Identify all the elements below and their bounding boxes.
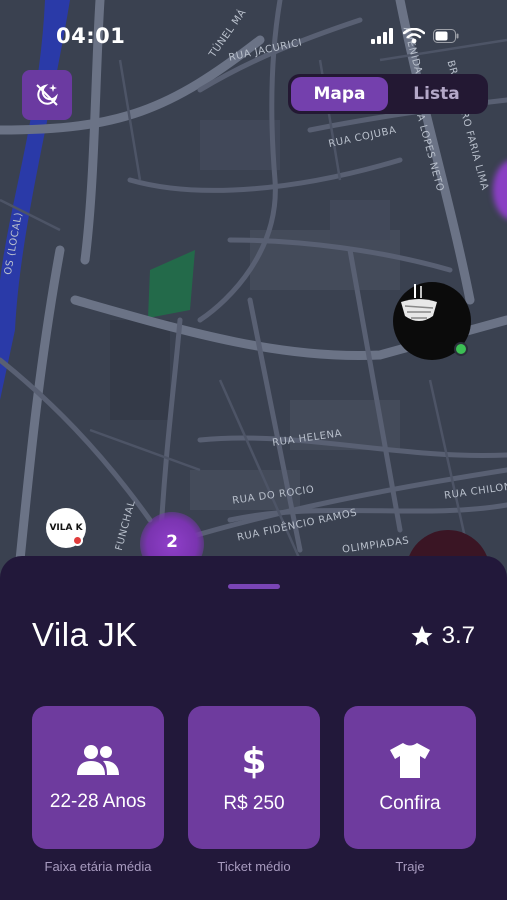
wifi-icon xyxy=(403,28,425,44)
stat-card-dress[interactable]: Confira xyxy=(344,706,476,849)
dress-value: Confira xyxy=(379,792,441,814)
dress-caption: Traje xyxy=(395,859,425,874)
battery-icon xyxy=(433,29,459,43)
status-time: 04:01 xyxy=(56,24,126,48)
stat-card-age[interactable]: 22-28 Anos xyxy=(32,706,164,849)
status-icons xyxy=(371,28,459,44)
tab-list[interactable]: Lista xyxy=(388,77,485,111)
venue-logo-icon xyxy=(401,284,437,321)
screen: TÚNEL MÁ RUA JACURICI RUA COJUBA RUA LOP… xyxy=(0,0,507,900)
ticket-caption: Ticket médio xyxy=(217,859,291,874)
venue-rating: 3.7 xyxy=(410,622,475,650)
venue-name: Vila JK xyxy=(32,616,138,653)
stat-ticket: $ R$ 250 Ticket médio xyxy=(188,706,320,874)
star-icon xyxy=(411,625,433,646)
status-bar: 04:01 xyxy=(0,0,507,78)
stat-dress: Confira Traje xyxy=(344,706,476,874)
age-value: 22-28 Anos xyxy=(49,790,147,812)
signal-icon xyxy=(371,28,393,44)
stat-card-ticket[interactable]: $ R$ 250 xyxy=(188,706,320,849)
sheet-drag-handle[interactable] xyxy=(228,584,280,589)
vila-marker-label: VILA K xyxy=(49,523,83,533)
tab-map[interactable]: Mapa xyxy=(291,77,388,111)
age-caption: Faixa etária média xyxy=(44,859,152,874)
vila-status-dot xyxy=(72,535,83,546)
venue-stats: 22-28 Anos Faixa etária média $ R$ 250 T… xyxy=(32,706,476,874)
online-status-dot xyxy=(454,342,468,356)
theme-toggle-button[interactable] xyxy=(22,70,72,120)
stat-age: 22-28 Anos Faixa etária média xyxy=(32,706,164,874)
cluster-count: 2 xyxy=(166,532,178,552)
svg-text:$: $ xyxy=(242,741,266,779)
tshirt-icon xyxy=(390,742,430,778)
venue-bottom-sheet: Vila JK 3.7 22-28 Anos Faixa etária médi… xyxy=(0,556,507,900)
rating-value: 3.7 xyxy=(441,622,475,649)
ticket-value: R$ 250 xyxy=(223,792,285,814)
view-mode-toggle: Mapa Lista xyxy=(288,74,488,114)
people-icon xyxy=(77,744,119,775)
dollar-icon: $ xyxy=(242,741,266,779)
moon-sparkle-icon xyxy=(36,84,58,106)
